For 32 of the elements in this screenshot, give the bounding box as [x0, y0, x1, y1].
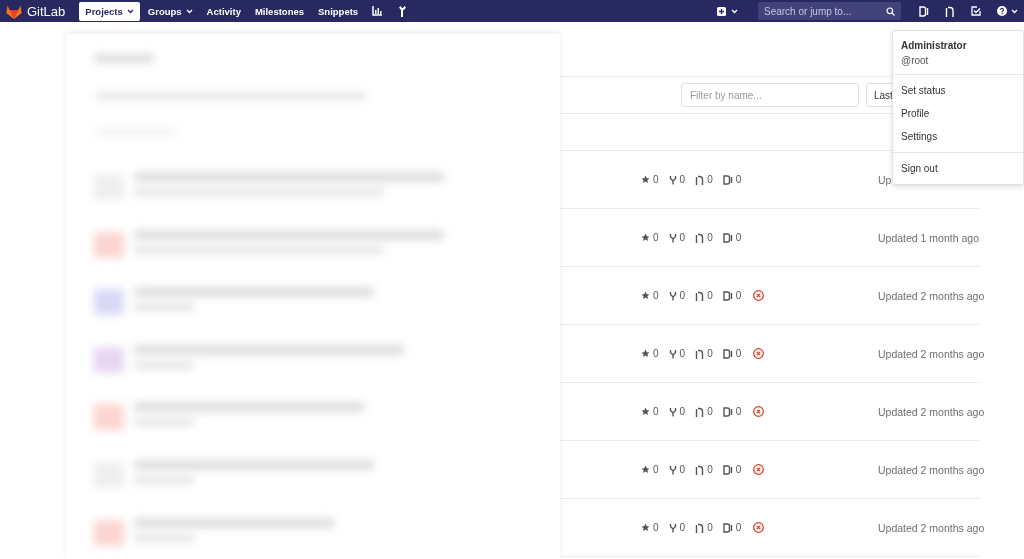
fork-count: 0 — [679, 348, 686, 359]
issue-count: 0 — [735, 522, 742, 533]
updated-time: Updated 1 month ago — [878, 231, 980, 244]
issue-count: 0 — [735, 348, 742, 359]
fork-count: 0 — [679, 232, 686, 243]
star-count: 0 — [653, 174, 659, 185]
merge-request-count: 0 — [707, 174, 713, 185]
fork-count: 0 — [679, 174, 686, 185]
merge-request-count: 0 — [707, 406, 713, 417]
issue-count: 0 — [735, 406, 742, 417]
user-handle: @root — [901, 55, 930, 66]
user-name: Administrator — [901, 40, 968, 51]
star-count: 0 — [653, 290, 659, 301]
fork-count: 0 — [679, 522, 686, 533]
fork-count: 0 — [679, 464, 686, 475]
fork-count: 0 — [679, 290, 686, 301]
updated-time: Up — [878, 173, 893, 186]
star-count: 0 — [653, 232, 659, 243]
merge-request-count: 0 — [707, 348, 713, 359]
merge-request-count: 0 — [707, 232, 713, 243]
star-count: 0 — [653, 522, 659, 533]
issue-count: 0 — [735, 290, 742, 301]
star-count: 0 — [653, 348, 659, 359]
fork-count: 0 — [679, 406, 686, 417]
issue-count: 0 — [735, 174, 742, 185]
merge-request-count: 0 — [707, 522, 713, 533]
merge-request-count: 0 — [707, 290, 713, 301]
star-count: 0 — [653, 464, 659, 475]
merge-request-count: 0 — [707, 464, 713, 475]
star-count: 0 — [653, 406, 659, 417]
issue-count: 0 — [735, 232, 742, 243]
issue-count: 0 — [735, 464, 742, 475]
